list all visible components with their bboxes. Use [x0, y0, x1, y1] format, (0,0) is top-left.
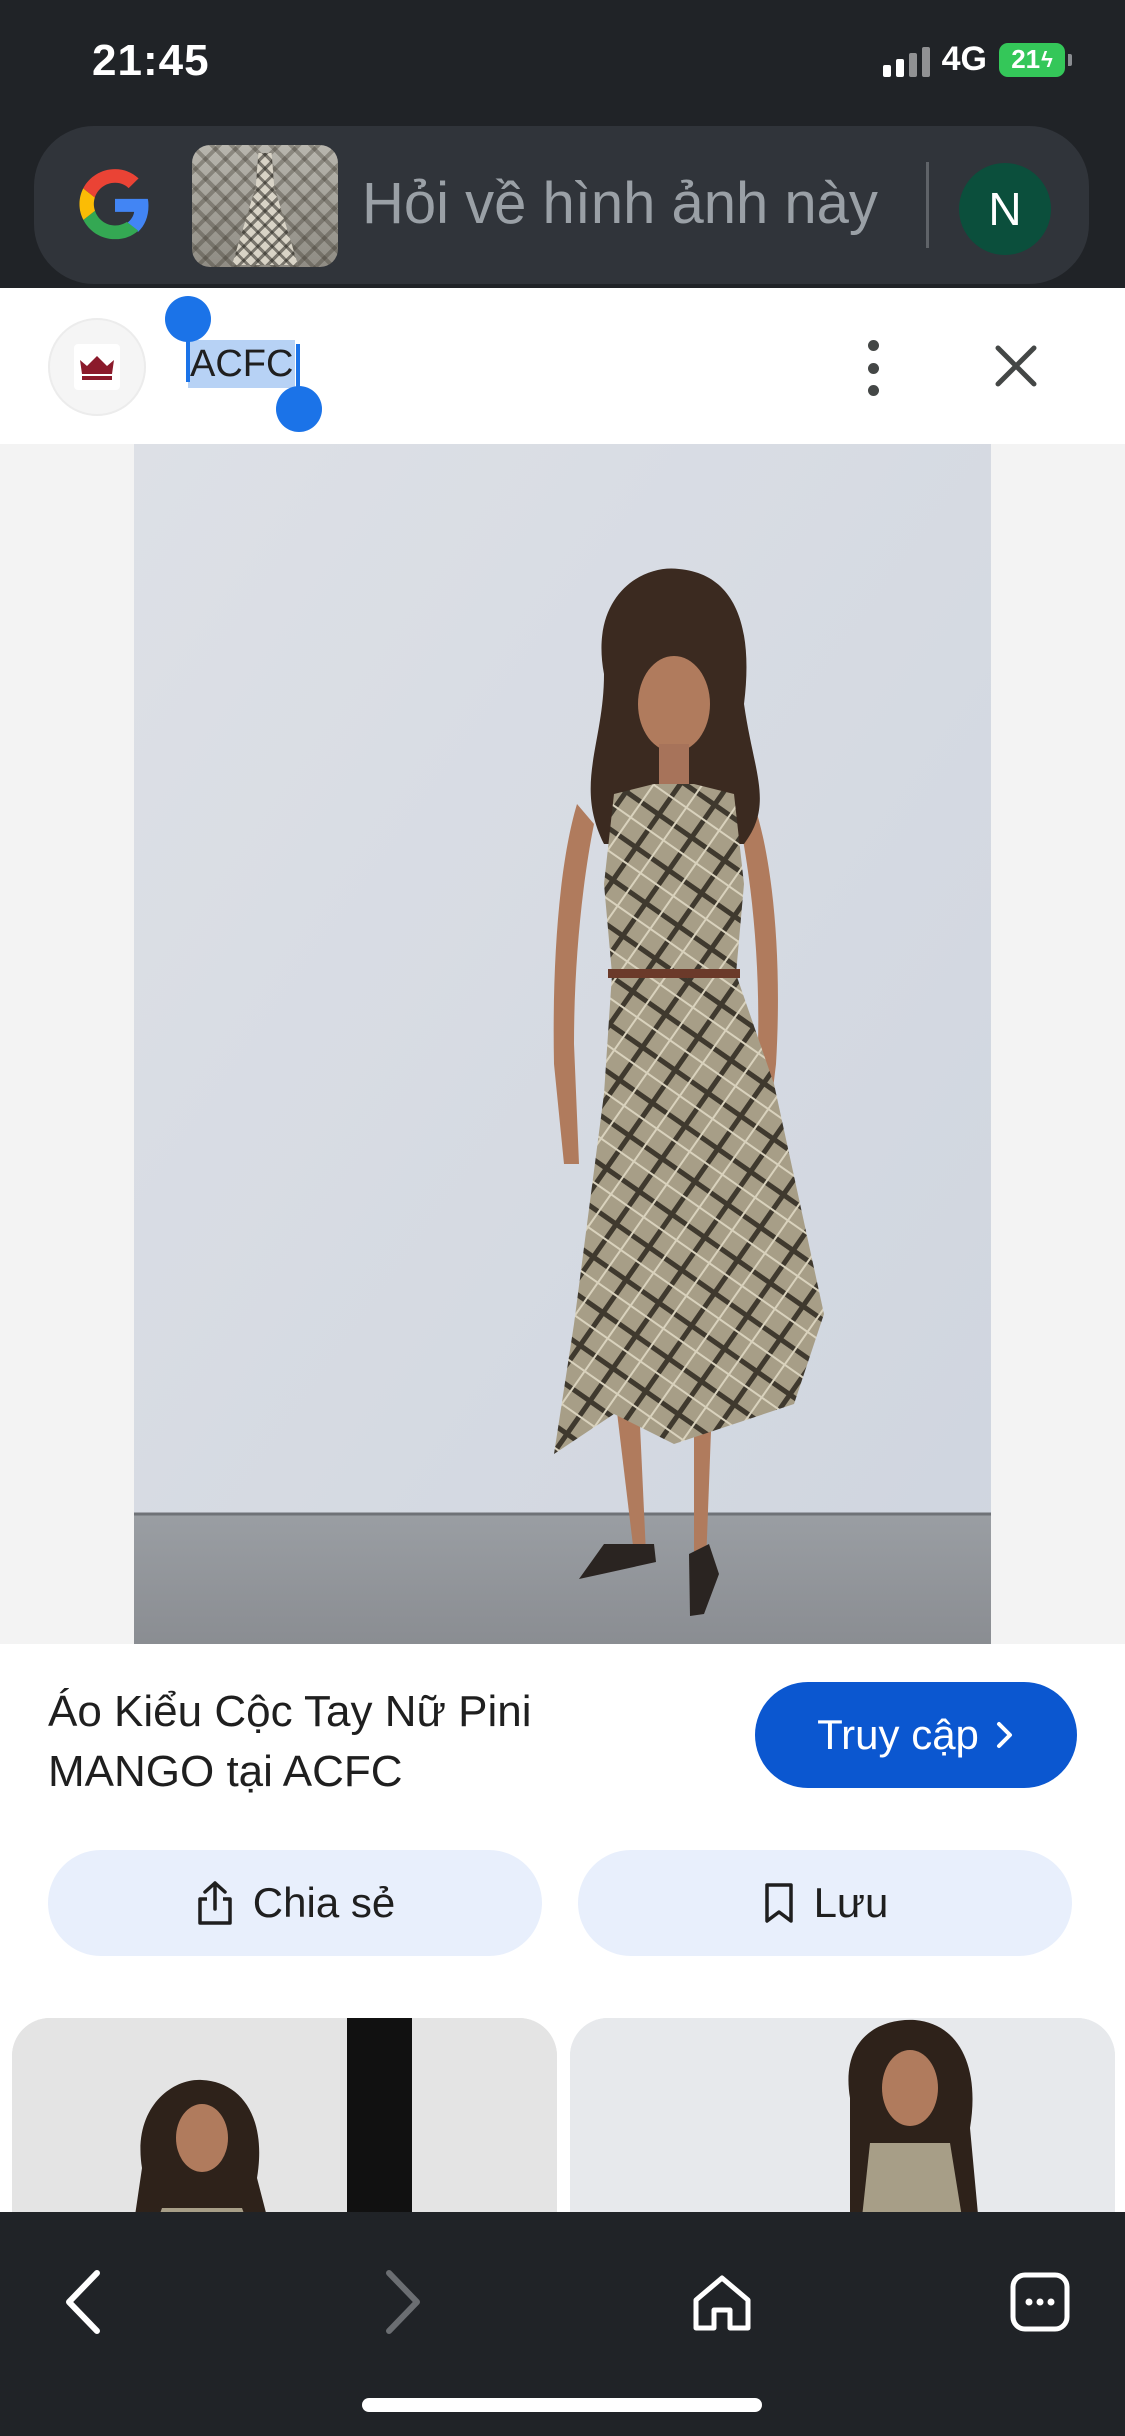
forward-button[interactable] — [362, 2262, 442, 2342]
signal-icon — [882, 43, 930, 77]
product-photo[interactable] — [134, 444, 991, 1644]
visit-label: Truy cập — [817, 1711, 979, 1758]
google-logo-icon[interactable] — [74, 164, 156, 246]
home-icon — [693, 2275, 751, 2331]
browser-toolbar — [0, 2212, 1125, 2436]
share-label: Chia sẻ — [252, 1879, 396, 1926]
top-bar: 21:45 4G 21 ϟ Hỏi về hình ảnh này N — [0, 0, 1125, 288]
site-favicon[interactable] — [48, 318, 146, 416]
selection-handle-end[interactable] — [276, 386, 322, 432]
visit-button[interactable]: Truy cập — [755, 1682, 1077, 1788]
related-image-2[interactable] — [570, 2018, 1115, 2236]
selection-handle-start[interactable] — [165, 296, 211, 342]
site-name[interactable]: ACFC — [188, 340, 296, 388]
close-icon[interactable] — [990, 340, 1042, 392]
result-title[interactable]: Áo Kiểu Cộc Tay Nữ Pini MANGO tại ACFC — [48, 1682, 688, 1802]
charging-bolt-icon: ϟ — [1041, 46, 1053, 72]
back-arrow-icon — [66, 2270, 100, 2334]
search-input[interactable]: Hỏi về hình ảnh này — [362, 170, 878, 237]
related-image-1[interactable] — [12, 2018, 557, 2236]
forward-arrow-icon — [386, 2270, 420, 2334]
status-time: 21:45 — [92, 36, 210, 85]
more-vert-icon[interactable] — [860, 340, 886, 396]
text-cursor — [926, 162, 929, 248]
share-icon — [198, 1881, 232, 1925]
tabs-button[interactable] — [1000, 2262, 1080, 2342]
chevron-right-icon — [996, 1722, 1012, 1748]
crown-logo-icon — [80, 356, 114, 380]
tabs-icon — [1010, 2272, 1070, 2332]
status-indicators: 4G 21 ϟ — [882, 40, 1072, 79]
bookmark-icon — [764, 1883, 793, 1923]
search-bar[interactable]: Hỏi về hình ảnh này N — [34, 126, 1089, 284]
related-photo-1 — [12, 2018, 557, 2236]
back-button[interactable] — [44, 2262, 124, 2342]
home-indicator[interactable] — [362, 2398, 762, 2412]
image-viewer — [0, 444, 1125, 1644]
query-image-thumbnail[interactable] — [192, 145, 338, 267]
battery-level: 21 — [1011, 44, 1041, 74]
related-photo-2 — [570, 2018, 1115, 2236]
account-avatar[interactable]: N — [959, 163, 1051, 255]
save-button[interactable]: Lưu — [578, 1850, 1072, 1956]
battery-icon: 21 ϟ — [999, 42, 1072, 77]
share-button[interactable]: Chia sẻ — [48, 1850, 542, 1956]
save-label: Lưu — [813, 1879, 889, 1926]
home-button[interactable] — [682, 2262, 762, 2342]
network-type: 4G — [941, 40, 987, 78]
